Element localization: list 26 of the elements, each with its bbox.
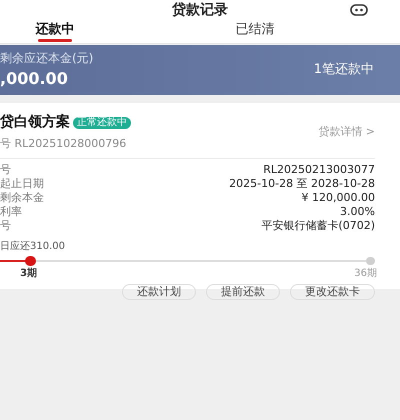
field-value: 2025-10-28 至 2028-10-28 — [229, 176, 375, 190]
tab[interactable]: 还款中 — [0, 20, 110, 43]
field-label: 号 — [0, 218, 11, 232]
field-value: RL20250213003077 — [263, 162, 375, 176]
status-badge: 正常还款中 — [73, 116, 131, 128]
total-terms: 36期 — [354, 266, 377, 280]
loan-number: 号 RL20251028000796 — [0, 136, 128, 152]
action-button[interactable]: 更改还款卡 — [290, 284, 375, 300]
field-label: 号 — [0, 162, 11, 176]
field-label: 利率 — [0, 204, 22, 218]
due-text: 日应还310.00 — [0, 240, 66, 254]
field-value: 3.00% — [340, 204, 375, 218]
page-title: 贷款记录 — [172, 0, 228, 20]
field-value: ¥ 120,000.00 — [302, 190, 375, 204]
action-button[interactable]: 提前还款 — [206, 284, 280, 300]
field-label: 剩余本金 — [0, 190, 44, 204]
current-term: 3期 — [20, 266, 38, 280]
tab[interactable]: 已结清 — [110, 20, 400, 43]
summary-label: 剩余应还本金(元) — [0, 50, 94, 67]
field-value: 平安银行储蓄卡(0702) — [261, 218, 375, 232]
summary-count: 1笔还款中 — [314, 61, 374, 80]
summary-amount: ,000.00 — [0, 68, 69, 90]
loan-name: 贷白领方案 — [0, 112, 70, 132]
action-button[interactable]: 还款计划 — [122, 284, 196, 300]
field-label: 起止日期 — [0, 176, 44, 190]
robot-icon[interactable] — [349, 3, 369, 17]
